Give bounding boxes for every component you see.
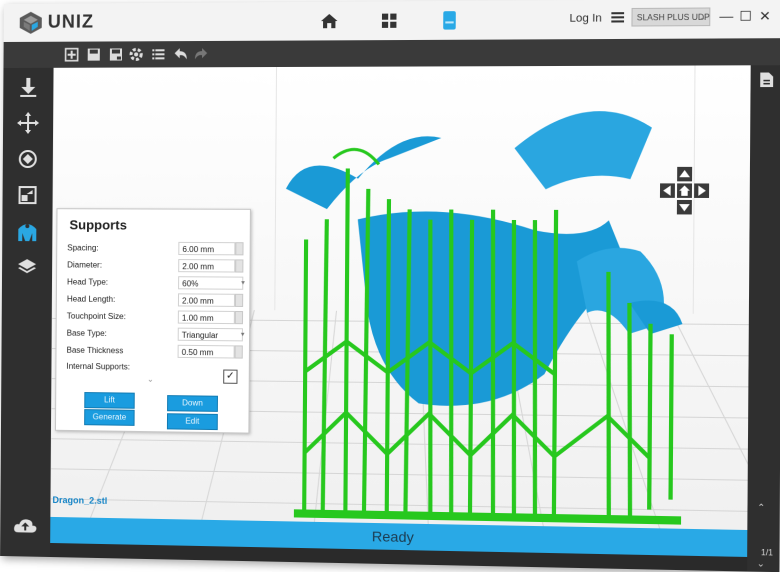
supports-tool[interactable] (14, 218, 40, 244)
base-thickness-label: Base Thickness (66, 345, 124, 356)
redo-icon[interactable] (193, 46, 209, 62)
settings-icon[interactable] (128, 46, 144, 62)
upload-cloud-icon[interactable] (13, 516, 37, 534)
logo-icon (19, 11, 42, 34)
grid-nav-button[interactable] (374, 7, 405, 34)
menu-icon[interactable] (610, 10, 625, 25)
head-length-label: Head Length: (66, 294, 116, 304)
camera-nav-control[interactable] (659, 166, 710, 215)
right-toolbar: ⌃ 1/1 ⌄ (747, 65, 780, 572)
3d-viewport[interactable]: Supports Spacing: 6.00 mm Diameter: 2.00… (50, 65, 751, 531)
chevron-down-icon: ▾ (241, 279, 245, 287)
brand-name: UNIZ (47, 11, 95, 32)
scale-icon (18, 185, 37, 204)
undo-icon[interactable] (173, 46, 189, 62)
printer-device-icon (443, 11, 456, 30)
head-length-stepper[interactable] (234, 293, 244, 307)
head-type-select[interactable]: 60% (178, 276, 244, 290)
generate-button[interactable]: Generate (84, 409, 135, 426)
touchpoint-size-label: Touchpoint Size: (66, 311, 126, 322)
down-button[interactable]: Down (167, 395, 218, 412)
internal-supports-label: Internal Supports: (66, 361, 131, 372)
rotate-icon (18, 149, 37, 168)
file-info-icon[interactable] (759, 71, 774, 88)
base-type-label: Base Type: (66, 328, 107, 339)
login-link[interactable]: Log In (569, 12, 601, 25)
diameter-stepper[interactable] (235, 259, 244, 273)
printer-nav-button[interactable] (434, 7, 465, 34)
touchpoint-size-stepper[interactable] (234, 310, 244, 325)
edit-button[interactable]: Edit (166, 413, 218, 431)
save-icon[interactable] (86, 47, 102, 63)
internal-supports-checkbox[interactable]: ✓ (223, 369, 238, 384)
title-bar: UNIZ Log In SLASH PLUS UDP ⌄ — ☐ ✕ (3, 0, 780, 43)
spacing-label: Spacing: (67, 243, 99, 253)
app-window: UNIZ Log In SLASH PLUS UDP ⌄ — ☐ ✕ ⌃ 1/1… (0, 0, 780, 572)
left-toolbar (0, 67, 54, 558)
layers-tool[interactable] (14, 254, 40, 280)
spacing-stepper[interactable] (235, 242, 244, 256)
file-name: Dragon_2.stl (52, 494, 108, 506)
base-type-select[interactable]: Triangular (177, 327, 243, 342)
chevron-down-icon: ⌄ (698, 12, 707, 23)
rotate-tool[interactable] (15, 146, 41, 172)
screenshot-stage: UNIZ Log In SLASH PLUS UDP ⌄ — ☐ ✕ ⌃ 1/1… (0, 0, 780, 572)
toolbar (3, 38, 780, 68)
base-thickness-stepper[interactable] (234, 345, 243, 359)
supports-icon (18, 223, 37, 241)
close-button[interactable]: ✕ (757, 8, 772, 24)
add-model-icon[interactable] (64, 47, 80, 63)
chevron-down-icon: ▾ (240, 331, 245, 339)
touchpoint-size-input[interactable]: 1.00 mm (177, 310, 235, 325)
page-indicator: 1/1 (760, 547, 773, 558)
list-icon[interactable] (150, 46, 166, 62)
supports-title: Supports (69, 217, 127, 233)
diameter-label: Diameter: (67, 260, 103, 270)
lift-button[interactable]: Lift (84, 392, 135, 409)
spacing-input[interactable]: 6.00 mm (178, 241, 236, 256)
chevron-down-icon[interactable]: ⌄ (147, 375, 154, 384)
base-thickness-input[interactable]: 0.50 mm (177, 344, 235, 359)
supports-panel: Supports Spacing: 6.00 mm Diameter: 2.00… (54, 208, 251, 434)
diameter-input[interactable]: 2.00 mm (178, 259, 236, 273)
maximize-button[interactable]: ☐ (738, 8, 753, 24)
printer-select[interactable]: SLASH PLUS UDP ⌄ (631, 7, 711, 27)
grid-icon (381, 13, 397, 28)
save-as-icon[interactable] (108, 46, 124, 62)
home-nav-button[interactable] (314, 8, 345, 35)
head-length-input[interactable]: 2.00 mm (177, 293, 236, 307)
move-tool[interactable] (15, 110, 41, 136)
head-type-label: Head Type: (67, 277, 109, 287)
move-icon (17, 111, 40, 134)
layers-icon (18, 258, 37, 273)
minimize-button[interactable]: — (719, 8, 734, 24)
scale-tool[interactable] (14, 182, 40, 208)
download-icon (20, 77, 37, 97)
download-tool[interactable] (15, 74, 41, 100)
chevron-up-icon[interactable]: ⌃ (757, 502, 765, 514)
home-icon (320, 13, 338, 29)
